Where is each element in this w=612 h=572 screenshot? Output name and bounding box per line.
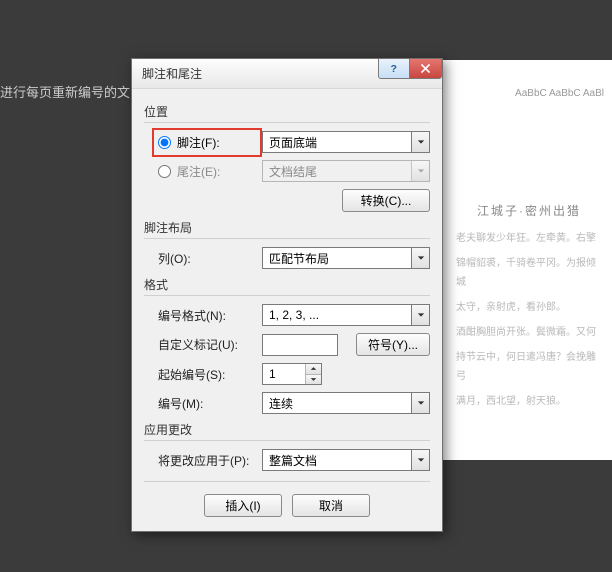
style-ribbon: AaBbC AaBbC AaBl [515,84,604,103]
apply-to-label: 将更改应用于(P): [158,452,262,469]
footnote-position-value: 页面底端 [269,134,317,151]
convert-button[interactable]: 转换(C)... [342,189,430,212]
divider [144,295,430,296]
doc-title: 江城子·密州出猎 [456,200,602,223]
doc-para: 持节云中，何日遣冯唐？会挽雕弓 [456,348,602,386]
close-button[interactable] [410,59,442,79]
section-format: 格式 [144,276,430,293]
numbering-value: 连续 [269,395,293,412]
footnote-radio[interactable] [158,136,171,149]
doc-para: 酒酣胸胆尚开张。鬓微霜。又何 [456,323,602,342]
endnote-position-value: 文档结尾 [269,163,317,180]
section-position: 位置 [144,103,430,120]
divider [144,481,430,482]
dropdown-arrow[interactable] [411,248,429,268]
start-at-value: 1 [269,367,276,381]
doc-para: 太守，亲射虎，看孙郎。 [456,298,602,317]
numbering-label: 编号(M): [158,395,262,412]
section-apply: 应用更改 [144,421,430,438]
symbol-button[interactable]: 符号(Y)... [356,333,430,356]
dropdown-arrow[interactable] [411,132,429,152]
dialog-title: 脚注和尾注 [142,65,202,82]
dropdown-arrow [411,161,429,181]
background-document: AaBbC AaBbC AaBl 江城子·密州出猎 老夫聊发少年狂。左牵黄。右擎… [442,60,612,460]
endnote-radio[interactable] [158,165,171,178]
columns-label: 列(O): [158,250,262,267]
apply-to-combo[interactable]: 整篇文档 [262,449,430,471]
help-button[interactable]: ? [378,59,410,79]
spin-up[interactable] [306,364,321,375]
doc-para: 锦帽貂裘，千骑卷平冈。为报倾城 [456,254,602,292]
dropdown-arrow[interactable] [411,305,429,325]
divider [144,440,430,441]
dropdown-arrow[interactable] [411,393,429,413]
columns-value: 匹配节布局 [269,250,329,267]
help-icon: ? [388,62,401,75]
columns-combo[interactable]: 匹配节布局 [262,247,430,269]
divider [144,238,430,239]
start-at-label: 起始编号(S): [158,366,262,383]
endnote-position-combo: 文档结尾 [262,160,430,182]
endnote-radio-group[interactable]: 尾注(E): [158,163,262,180]
start-at-spinner[interactable]: 1 [262,363,322,385]
divider [144,122,430,123]
footnote-label: 脚注(F): [177,134,220,151]
number-format-combo[interactable]: 1, 2, 3, ... [262,304,430,326]
numbering-combo[interactable]: 连续 [262,392,430,414]
doc-para: 满月，西北望，射天狼。 [456,392,602,411]
cancel-button[interactable]: 取消 [292,494,370,517]
spin-down[interactable] [306,375,321,385]
svg-text:?: ? [390,63,396,75]
dialog-titlebar[interactable]: 脚注和尾注 ? [132,59,442,89]
dropdown-arrow[interactable] [411,450,429,470]
endnote-label: 尾注(E): [177,163,220,180]
number-format-value: 1, 2, 3, ... [269,308,319,322]
custom-mark-input[interactable] [262,334,338,356]
apply-to-value: 整篇文档 [269,452,317,469]
footnote-radio-group[interactable]: 脚注(F): [152,128,262,157]
background-left-text: 进行每页重新编号的文 [0,82,130,101]
close-icon [419,62,432,75]
footnote-endnote-dialog: 脚注和尾注 ? 位置 脚注(F): 页面底端 尾注( [131,58,443,532]
insert-button[interactable]: 插入(I) [204,494,282,517]
section-layout: 脚注布局 [144,219,430,236]
custom-mark-label: 自定义标记(U): [158,336,262,353]
window-buttons: ? [378,59,442,79]
footnote-position-combo[interactable]: 页面底端 [262,131,430,153]
number-format-label: 编号格式(N): [158,307,262,324]
doc-para: 老夫聊发少年狂。左牵黄。右擎 [456,229,602,248]
